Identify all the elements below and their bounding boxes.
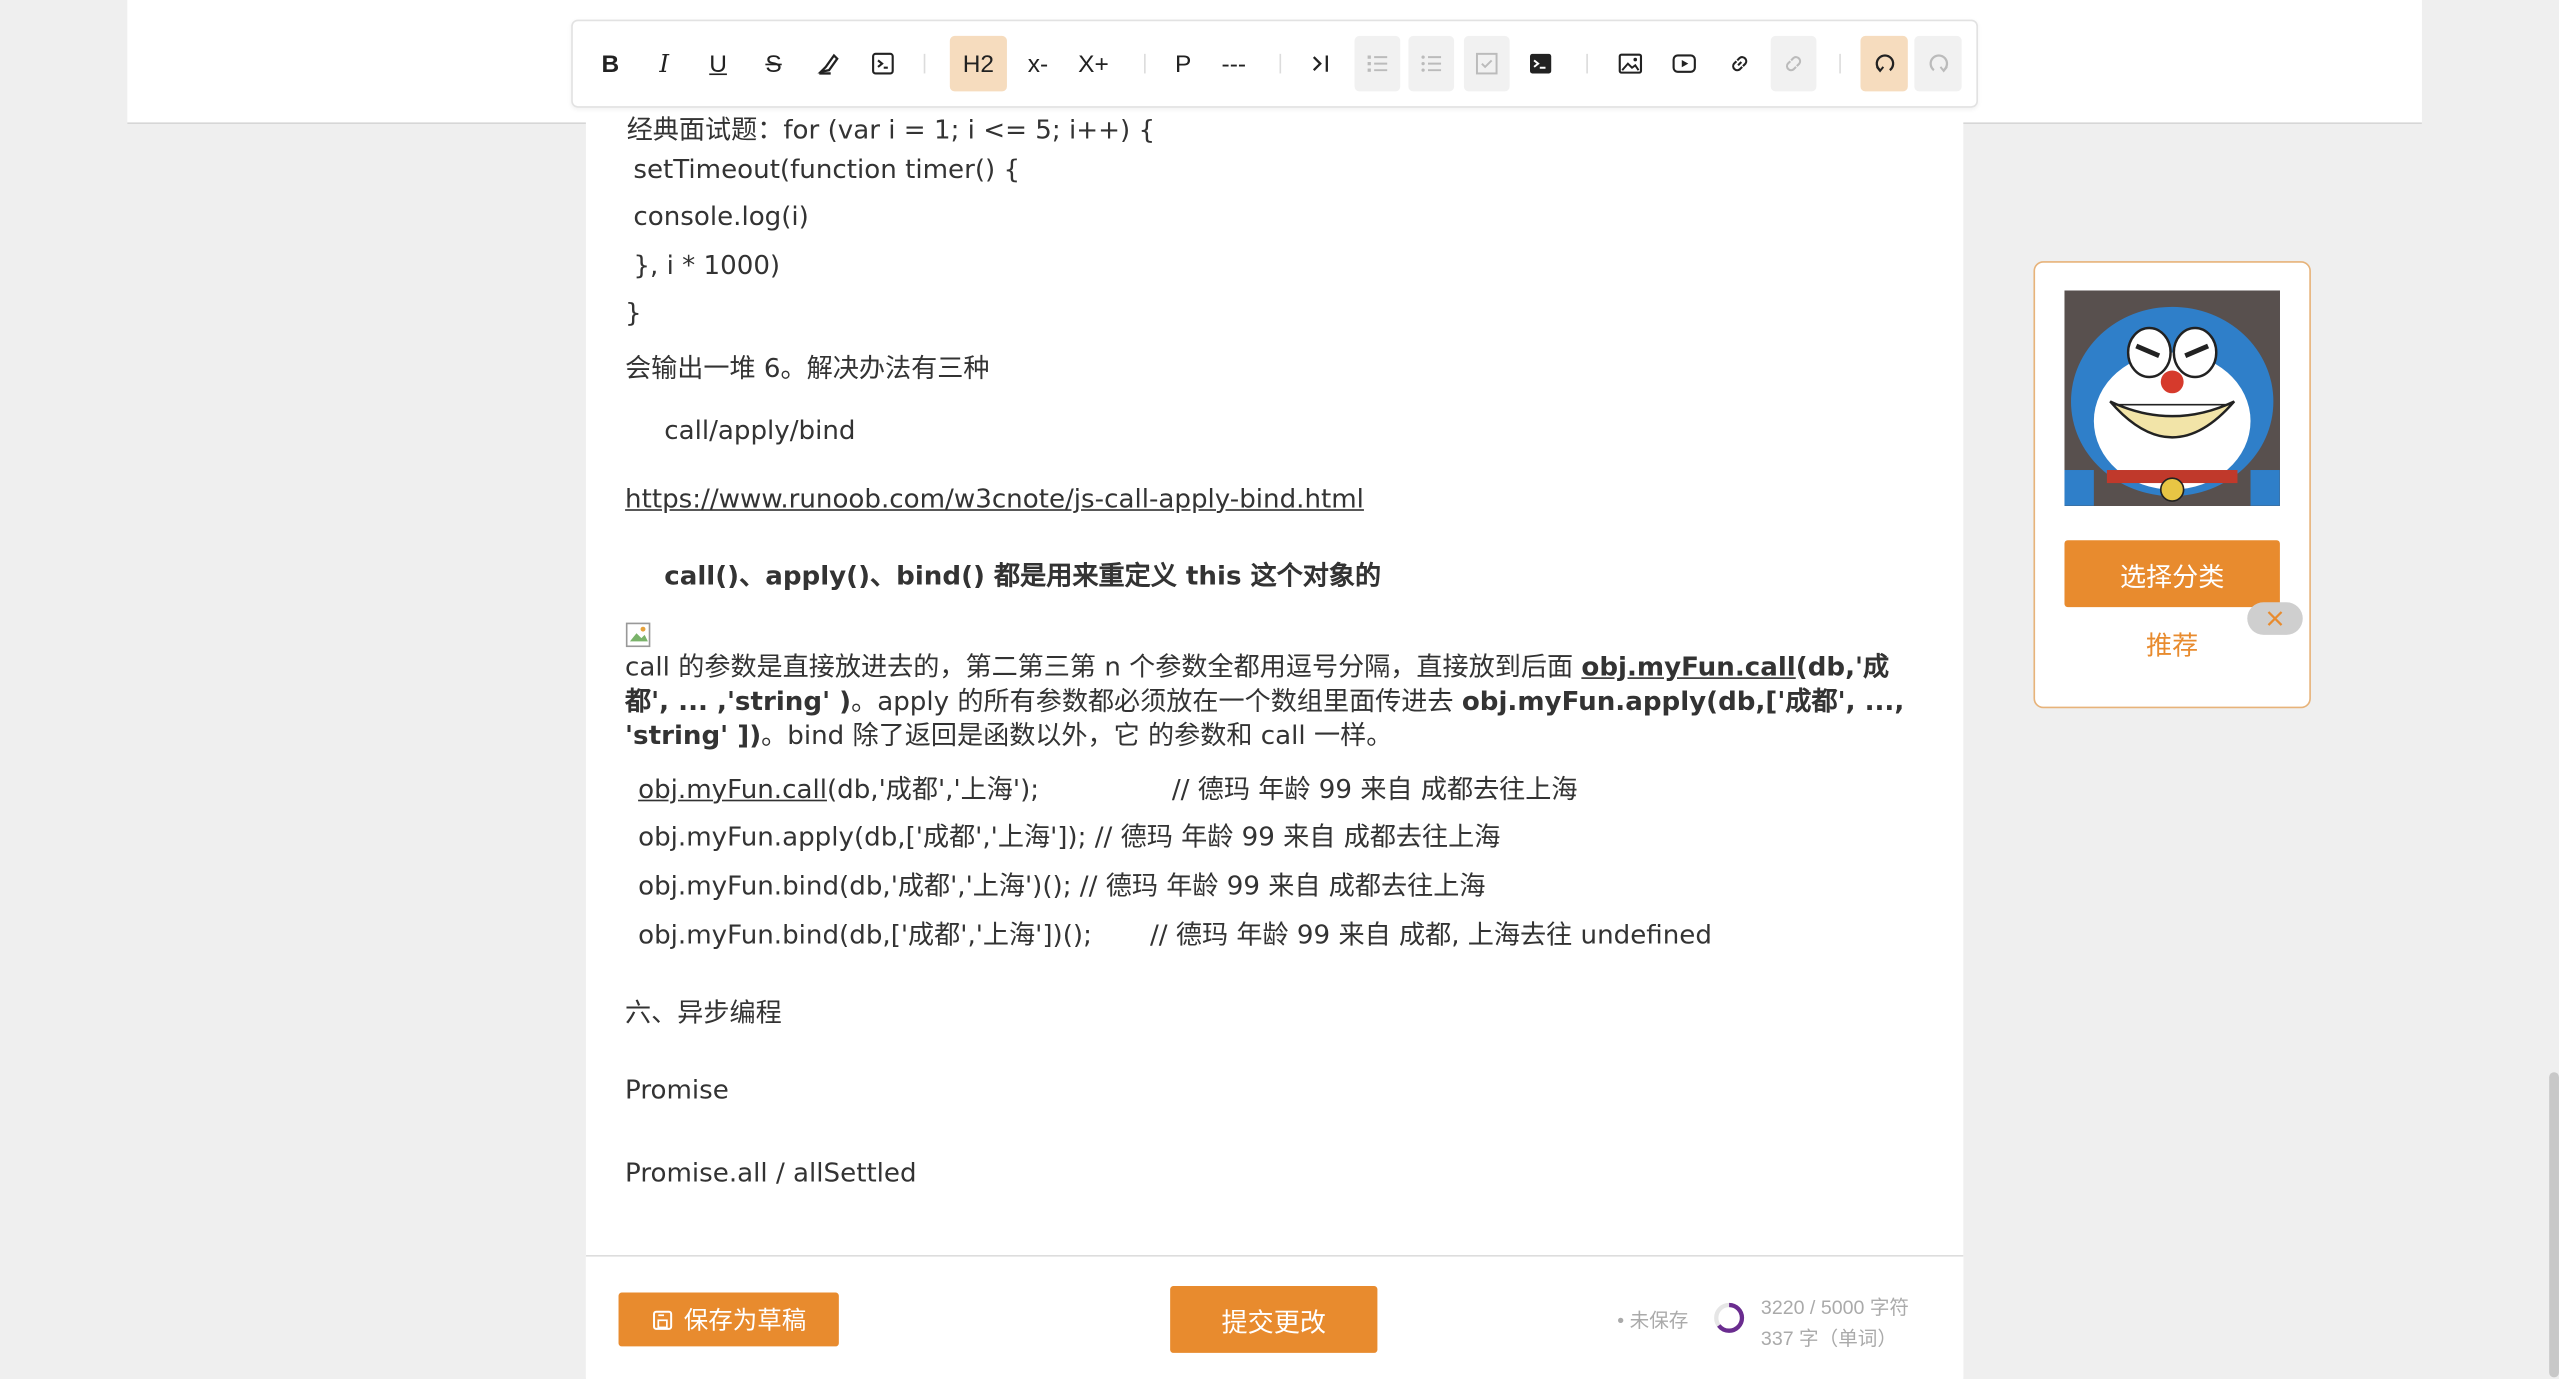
insert-image-button[interactable] xyxy=(1609,36,1651,91)
para-text: 。apply 的所有参数都必须放在一个数组里面传进去 xyxy=(851,685,1462,717)
doraemon-avatar-image xyxy=(2064,290,2280,506)
undo-button[interactable] xyxy=(1860,35,1908,92)
content-heading: call()、apply()、bind() 都是用来重定义 this 这个对象的 xyxy=(664,559,1382,591)
bullet-list-button[interactable] xyxy=(1408,35,1455,92)
toolbar-divider xyxy=(923,53,926,74)
paragraph-button[interactable]: P xyxy=(1162,36,1204,91)
strikethrough-button[interactable]: S xyxy=(752,36,794,91)
bold-button[interactable]: B xyxy=(589,36,631,91)
underline-button[interactable]: U xyxy=(697,36,739,91)
page-canvas: 经典面试题：for (var i = 1; i <= 5; i++) { set… xyxy=(0,0,2559,1379)
content-line: Promise.all / allSettled xyxy=(625,1157,917,1189)
call-apply-paragraph: call 的参数是直接放进去的，第二第三第 n 个参数全都用逗号分隔，直接放到后… xyxy=(625,650,1914,753)
video-icon xyxy=(1672,54,1696,73)
content-link[interactable]: https://www.runoob.com/w3cnote/js-call-a… xyxy=(625,483,1364,514)
content-line: } xyxy=(625,297,642,329)
horizontal-rule-button[interactable]: --- xyxy=(1213,36,1255,91)
image-icon xyxy=(1618,53,1643,74)
side-panel: 选择分类 推荐 xyxy=(2033,261,2311,709)
editor-content[interactable]: 经典面试题：for (var i = 1; i <= 5; i++) { set… xyxy=(625,0,1931,1250)
checkbox-icon xyxy=(1475,52,1498,75)
unsaved-status: • 未保存 xyxy=(1617,1308,1689,1332)
ordered-list-button[interactable] xyxy=(1354,35,1401,92)
content-line-partial: 经典面试题：for (var i = 1; i <= 5; i++) { xyxy=(626,114,1156,146)
editor-footer: 保存为草稿 提交更改 • 未保存 3220 / 5000 字符 337 字（单词… xyxy=(585,1255,1964,1379)
para-text: 。bind 除了返回是函数以外，它 的参数和 call 一样。 xyxy=(761,719,1393,751)
para-text: call 的参数是直接放进去的，第二第三第 n 个参数全都用逗号分隔，直接放到后… xyxy=(625,651,1582,683)
ordered-list-icon xyxy=(1367,55,1388,72)
content-line: console.log(i) xyxy=(625,200,809,232)
undo-icon xyxy=(1874,54,1894,73)
choose-category-button[interactable]: 选择分类 xyxy=(2064,540,2280,608)
code-text: (db,'成都','上海'); // 德玛 年龄 99 来自 成都去往上海 xyxy=(826,773,1578,805)
insert-link-button[interactable] xyxy=(1718,36,1760,91)
content-line: Promise xyxy=(625,1073,729,1105)
italic-button[interactable]: I xyxy=(643,36,685,91)
highlight-button[interactable] xyxy=(808,36,850,91)
runoob-link[interactable]: https://www.runoob.com/w3cnote/js-call-a… xyxy=(625,483,1364,514)
code-box-icon xyxy=(872,52,894,75)
task-list-button[interactable] xyxy=(1463,35,1510,92)
save-icon xyxy=(652,1309,673,1330)
para-link[interactable]: obj.myFun.call xyxy=(1581,651,1795,682)
code-line: obj.myFun.bind(db,'成都','上海')(); // 德玛 年龄… xyxy=(638,869,1486,901)
word-count: 337 字（单词） xyxy=(1760,1326,1897,1350)
toolbar-divider xyxy=(1839,53,1841,74)
bullet-list-icon xyxy=(1421,55,1442,72)
code-block-button[interactable] xyxy=(1518,36,1564,91)
inline-code-button[interactable] xyxy=(862,36,904,91)
section-heading: 六、异步编程 xyxy=(625,997,782,1029)
page-scrollbar[interactable] xyxy=(2549,1072,2559,1378)
char-count: 3220 / 5000 字符 xyxy=(1760,1295,1910,1319)
h2-button[interactable]: H2 xyxy=(949,35,1007,92)
editor-toolbar: B I U S H2 x- X+ P --- xyxy=(571,19,1978,108)
content-line: 会输出一堆 6。解决办法有三种 xyxy=(625,352,990,384)
char-progress-ring xyxy=(1714,1302,1745,1333)
indent-arrow-icon xyxy=(1312,55,1328,72)
terminal-icon xyxy=(1530,53,1552,74)
broken-image-icon xyxy=(625,622,651,648)
redo-icon xyxy=(1928,54,1948,73)
save-draft-button[interactable]: 保存为草稿 xyxy=(618,1292,839,1347)
code-line: obj.myFun.bind(db,['成都','上海'])(); // 德玛 … xyxy=(638,918,1712,950)
superscript-button[interactable]: X+ xyxy=(1071,36,1117,91)
submit-changes-button[interactable]: 提交更改 xyxy=(1170,1286,1378,1353)
indent-button[interactable] xyxy=(1301,36,1343,91)
content-line: call/apply/bind xyxy=(664,414,856,446)
subscript-button[interactable]: x- xyxy=(1017,36,1059,91)
toolbar-divider xyxy=(1279,53,1282,74)
highlighter-icon xyxy=(817,53,839,75)
insert-video-button[interactable] xyxy=(1663,36,1705,91)
unlink-button[interactable] xyxy=(1770,35,1817,92)
content-line: }, i * 1000) xyxy=(625,249,781,281)
redo-button[interactable] xyxy=(1914,35,1962,92)
remove-tag-button[interactable] xyxy=(2247,602,2303,635)
link-icon xyxy=(1732,56,1748,72)
save-draft-label: 保存为草稿 xyxy=(683,1307,807,1335)
code-line: obj.myFun.call(db,'成都','上海'); // 德玛 年龄 9… xyxy=(638,767,1577,806)
code-link[interactable]: obj.myFun.call xyxy=(638,774,827,805)
close-icon xyxy=(2267,611,2283,626)
unlink-icon xyxy=(1786,56,1802,72)
content-line: setTimeout(function timer() { xyxy=(625,153,1021,185)
cover-image[interactable] xyxy=(2064,290,2280,506)
toolbar-divider xyxy=(1586,53,1588,74)
code-line: obj.myFun.apply(db,['成都','上海']); // 德玛 年… xyxy=(638,820,1501,852)
toolbar-divider xyxy=(1144,53,1146,74)
